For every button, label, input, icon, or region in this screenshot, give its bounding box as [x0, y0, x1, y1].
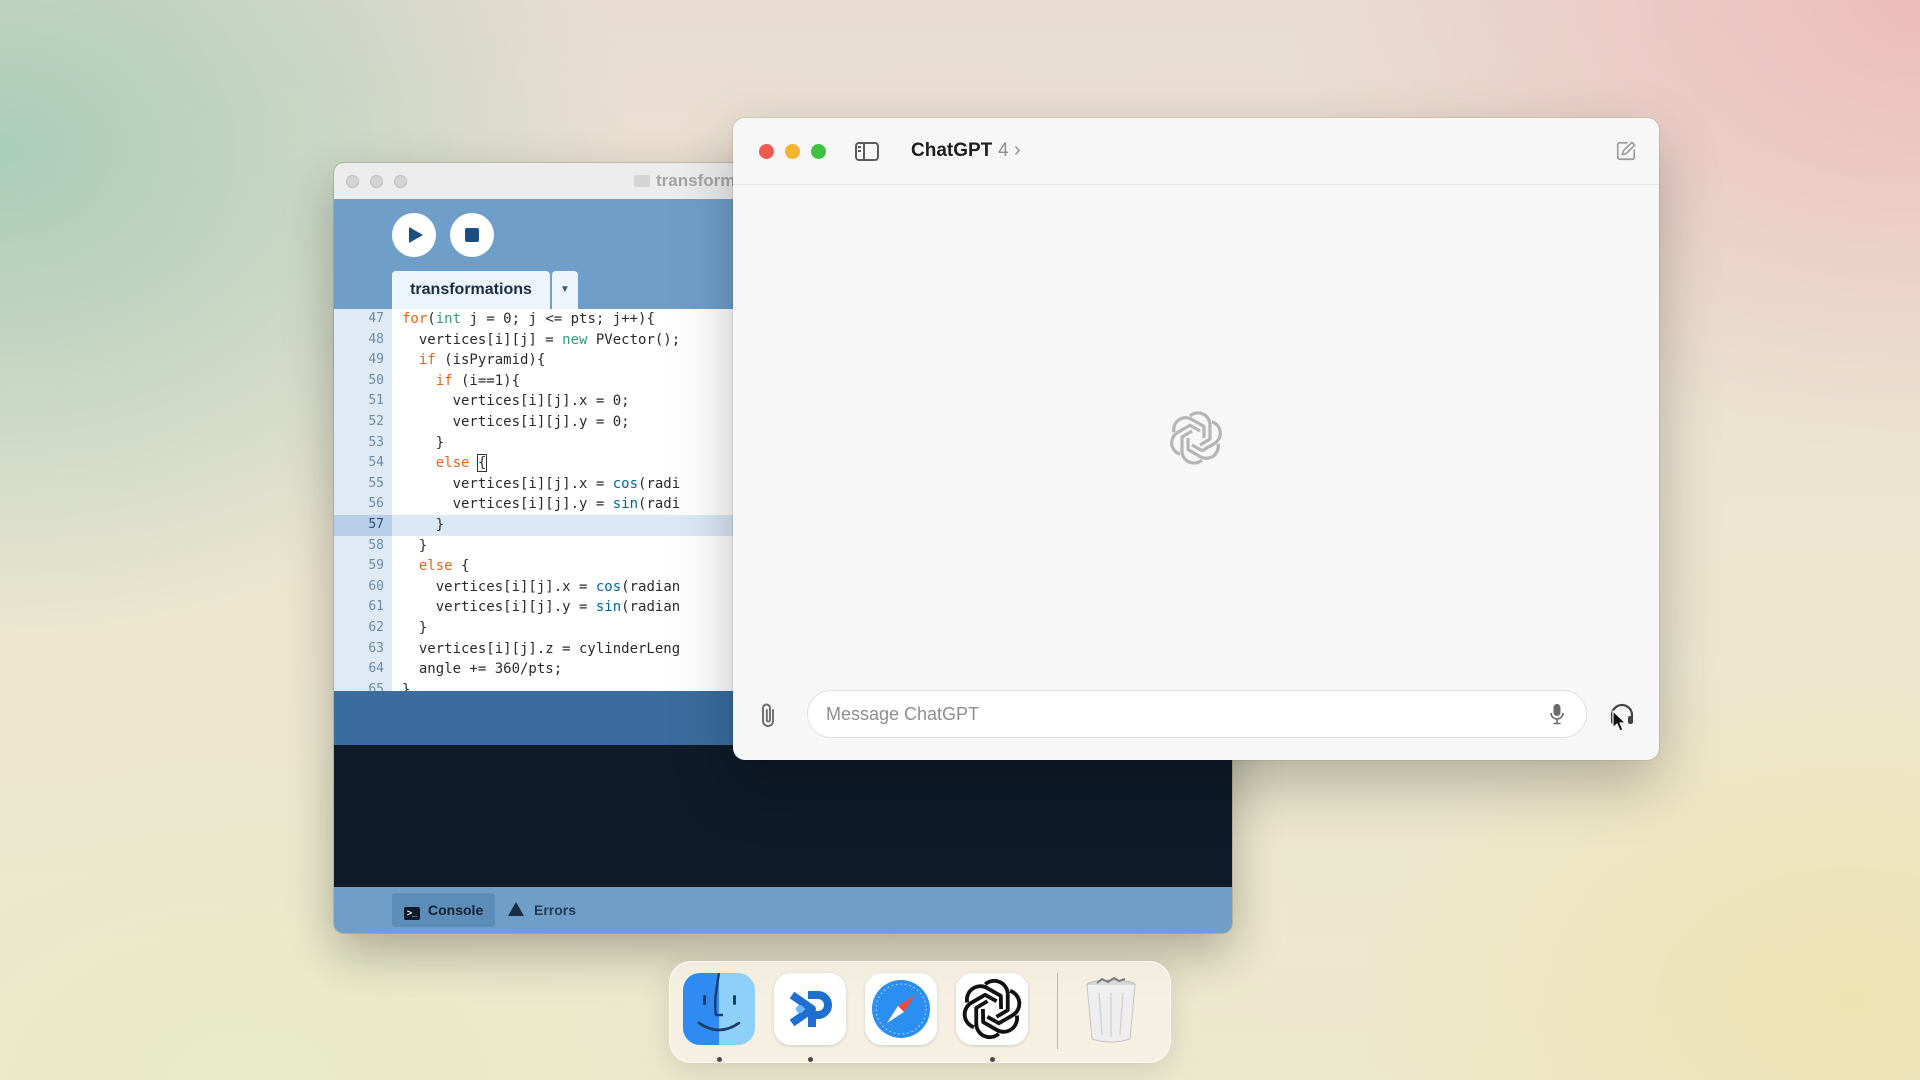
- code-text: if (i==1){: [435, 372, 521, 389]
- line-number: 57: [368, 516, 384, 532]
- mouse-pointer-icon: [1612, 710, 1626, 732]
- line-number: 47: [368, 311, 384, 326]
- chatgpt-app-icon[interactable]: [956, 973, 1028, 1045]
- line-number: 48: [368, 331, 384, 347]
- chatgpt-running-indicator: [990, 1057, 995, 1062]
- line-number: 53: [368, 434, 384, 450]
- tab-errors[interactable]: Errors: [496, 893, 588, 927]
- finder-icon[interactable]: [683, 973, 755, 1045]
- line-number: 56: [368, 496, 384, 512]
- code-text: }: [402, 619, 428, 636]
- stop-icon: [465, 228, 479, 242]
- chevron-right-icon[interactable]: ›: [1014, 118, 1021, 184]
- chatgpt-titlebar[interactable]: ChatGPT 4 ›: [733, 118, 1659, 185]
- terminal-icon: >_: [404, 907, 420, 920]
- line-number: 60: [368, 578, 384, 594]
- run-button[interactable]: [392, 213, 436, 257]
- line-number: 65: [368, 681, 384, 691]
- line-number: 50: [368, 372, 384, 388]
- code-text: vertices[i][j].y = sin(radi: [402, 496, 681, 513]
- tab-console[interactable]: >_ Console: [392, 893, 496, 927]
- safari-icon[interactable]: [865, 973, 937, 1045]
- paperclip-icon[interactable]: [757, 702, 781, 730]
- sidebar-toggle-icon[interactable]: [855, 142, 879, 161]
- microphone-icon[interactable]: [1549, 703, 1565, 725]
- chevron-down-icon: ▼: [560, 284, 570, 295]
- line-number: 54: [368, 455, 384, 471]
- processing-icon[interactable]: [774, 973, 846, 1045]
- app-title[interactable]: ChatGPT: [911, 118, 992, 184]
- code-text: vertices[i][j].x = cos(radi: [402, 475, 681, 492]
- ide-close-button[interactable]: [346, 175, 359, 188]
- processing-running-indicator: [808, 1057, 813, 1062]
- composer-row: [733, 690, 1659, 742]
- line-number: 52: [368, 413, 384, 429]
- code-text: angle += 360/pts;: [402, 661, 563, 678]
- trash-can-icon: [1086, 976, 1136, 1043]
- code-text: }: [402, 537, 428, 554]
- tab-menu-button[interactable]: ▼: [552, 271, 578, 309]
- code-text: vertices[i][j].z = cylinderLeng: [402, 640, 681, 657]
- line-number: 55: [368, 475, 384, 491]
- message-input[interactable]: [807, 690, 1587, 738]
- line-number: 59: [368, 558, 384, 574]
- line-number: 64: [368, 661, 384, 677]
- code-text: vertices[i][j] = new PVector();: [402, 331, 681, 348]
- folder-icon: [634, 175, 650, 187]
- code-text: }: [402, 681, 411, 691]
- ide-zoom-button[interactable]: [394, 175, 407, 188]
- dock-divider: [1057, 973, 1058, 1049]
- openai-logo-icon: [1165, 411, 1227, 465]
- code-text: vertices[i][j].y = 0;: [402, 413, 630, 430]
- console-output[interactable]: [334, 745, 1232, 887]
- stop-button[interactable]: [450, 213, 494, 257]
- ide-minimize-button[interactable]: [370, 175, 383, 188]
- model-version[interactable]: 4: [998, 118, 1009, 184]
- line-number: 63: [368, 640, 384, 656]
- code-text: vertices[i][j].y = sin(radian: [402, 599, 681, 616]
- finder-face-icon: [697, 973, 741, 1032]
- code-text: }: [402, 516, 445, 533]
- code-text: }: [402, 434, 445, 451]
- line-number: 51: [368, 393, 384, 409]
- line-number: 61: [368, 599, 384, 615]
- chatgpt-window: ChatGPT 4 ›: [733, 118, 1659, 760]
- warning-icon: [508, 902, 524, 916]
- minimize-button[interactable]: [785, 144, 800, 159]
- code-text: if (isPyramid){: [418, 352, 546, 369]
- line-number: 49: [368, 352, 384, 368]
- code-text: else {: [435, 454, 488, 473]
- new-chat-icon[interactable]: [1615, 140, 1637, 162]
- code-text: for(int j = 0; j <= pts; j++){: [402, 311, 655, 327]
- dock: [669, 961, 1171, 1063]
- openai-dock-logo-icon: [957, 978, 1027, 1040]
- play-icon: [409, 227, 423, 243]
- processing-logo-icon: [789, 991, 832, 1027]
- code-text: else {: [418, 558, 470, 575]
- finder-running-indicator: [717, 1057, 722, 1062]
- trash-icon[interactable]: [1075, 973, 1147, 1045]
- line-number: 58: [368, 537, 384, 553]
- safari-compass-icon: [872, 980, 930, 1038]
- ide-bottom-bar: >_ Console Errors: [334, 887, 1232, 933]
- code-text: vertices[i][j].x = cos(radian: [402, 578, 681, 595]
- close-button[interactable]: [759, 144, 774, 159]
- tab-transformations[interactable]: transformations: [392, 271, 550, 309]
- zoom-button[interactable]: [811, 144, 826, 159]
- code-text: vertices[i][j].x = 0;: [402, 393, 630, 410]
- line-number: 62: [368, 619, 384, 635]
